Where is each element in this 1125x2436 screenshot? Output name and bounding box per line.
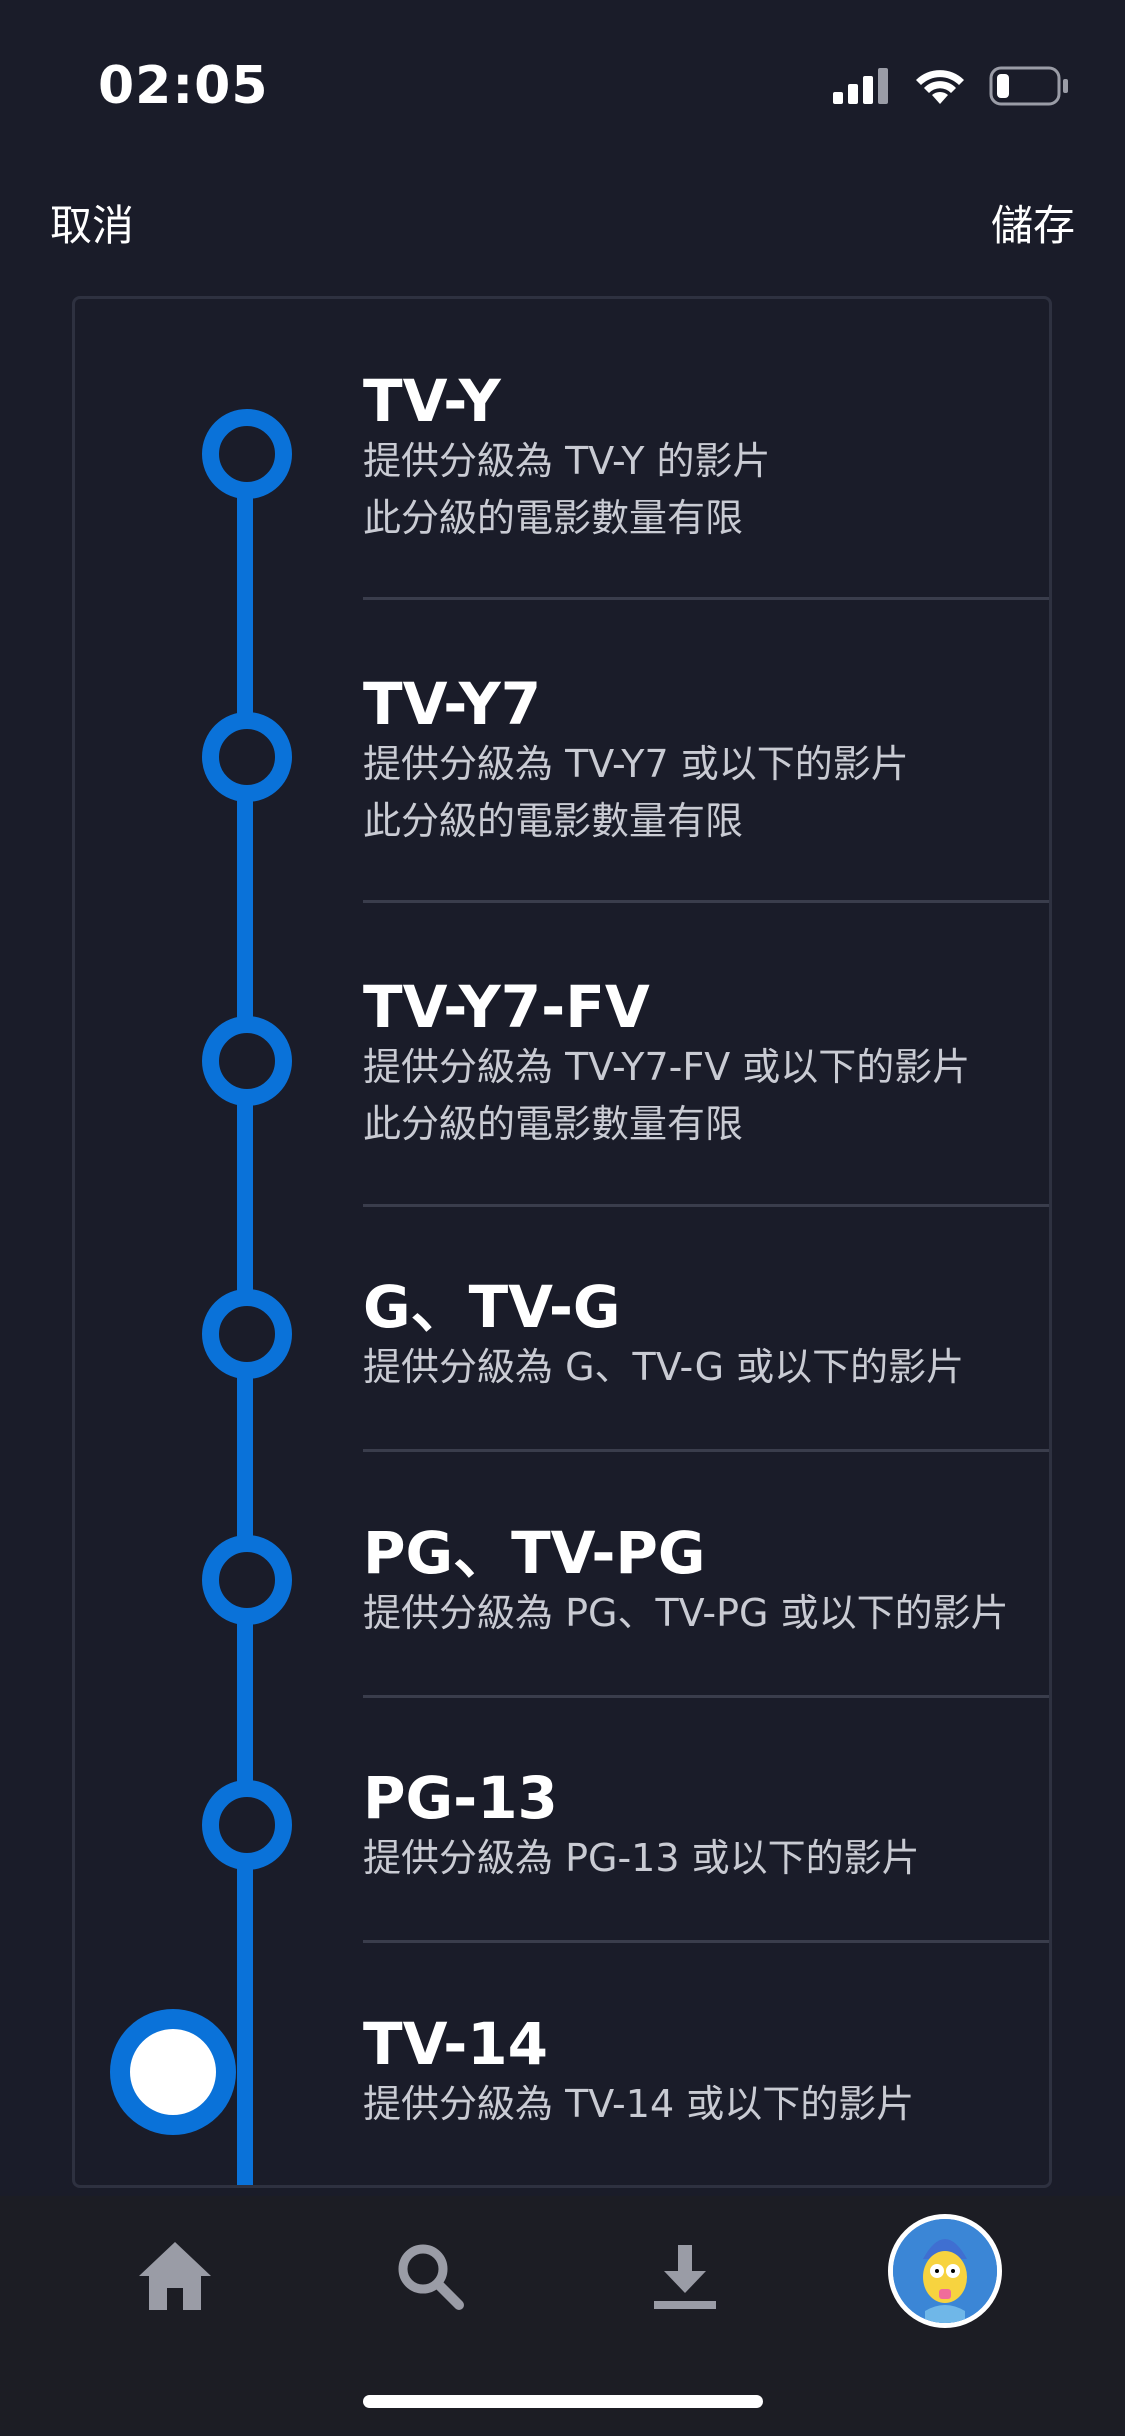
rating-node-pg-13[interactable] bbox=[202, 1780, 292, 1870]
rating-note: 此分級的電影數量有限 bbox=[363, 496, 744, 540]
rating-note: 此分級的電影數量有限 bbox=[363, 799, 744, 843]
tab-bar bbox=[0, 2196, 1125, 2436]
rating-title: TV-Y7 bbox=[363, 670, 542, 738]
rating-node-tv-y[interactable] bbox=[202, 409, 292, 499]
status-bar: 02:05 bbox=[0, 0, 1125, 150]
divider bbox=[363, 900, 1049, 903]
rating-option[interactable]: PG、TV-PG 提供分級為 PG、TV-PG 或以下的影片 bbox=[363, 1519, 1049, 1642]
download-icon bbox=[654, 2245, 716, 2309]
status-time: 02:05 bbox=[98, 56, 269, 116]
tab-search[interactable] bbox=[380, 2226, 480, 2326]
rating-option[interactable]: PG-13 提供分級為 PG-13 或以下的影片 bbox=[363, 1764, 1049, 1887]
rating-option-selected[interactable]: TV-14 提供分級為 TV-14 或以下的影片 bbox=[363, 2010, 1049, 2133]
avatar-image-icon bbox=[893, 2219, 997, 2323]
rating-description: 提供分級為 PG、TV-PG 或以下的影片 bbox=[363, 1591, 1009, 1635]
rating-description: 提供分級為 TV-Y7-FV 或以下的影片 bbox=[363, 1045, 971, 1089]
rating-description: 提供分級為 PG-13 或以下的影片 bbox=[363, 1836, 920, 1880]
wifi-icon bbox=[916, 70, 964, 104]
rating-description: 提供分級為 TV-14 或以下的影片 bbox=[363, 2082, 915, 2126]
rating-node-tv-14-selected[interactable] bbox=[110, 2009, 236, 2135]
divider bbox=[363, 1695, 1049, 1698]
rating-node-pg-tv-pg[interactable] bbox=[202, 1535, 292, 1625]
rating-title: PG、TV-PG bbox=[363, 1519, 706, 1587]
rating-option[interactable]: TV-Y7-FV 提供分級為 TV-Y7-FV 或以下的影片 此分級的電影數量有… bbox=[363, 973, 1049, 1153]
divider bbox=[363, 1940, 1049, 1943]
rating-description: 提供分級為 TV-Y 的影片 bbox=[363, 439, 771, 483]
signal-icon bbox=[833, 68, 888, 104]
tab-home[interactable] bbox=[125, 2226, 225, 2326]
status-icons bbox=[833, 66, 1069, 106]
cancel-button[interactable]: 取消 bbox=[50, 192, 134, 253]
rating-description: 提供分級為 TV-Y7 或以下的影片 bbox=[363, 742, 909, 786]
search-icon bbox=[398, 2244, 464, 2310]
rating-node-tv-y7[interactable] bbox=[202, 712, 292, 802]
rating-option[interactable]: TV-Y7 提供分級為 TV-Y7 或以下的影片 此分級的電影數量有限 bbox=[363, 670, 1049, 850]
divider bbox=[363, 1449, 1049, 1452]
rating-title: PG-13 bbox=[363, 1764, 558, 1832]
rating-option[interactable]: G、TV-G 提供分級為 G、TV-G 或以下的影片 bbox=[363, 1273, 1049, 1396]
nav-bar: 取消 儲存 bbox=[0, 180, 1125, 260]
rating-selector-card: TV-Y 提供分級為 TV-Y 的影片 此分級的電影數量有限 TV-Y7 提供分… bbox=[72, 296, 1052, 2188]
rating-node-g-tv-g[interactable] bbox=[202, 1289, 292, 1379]
battery-icon bbox=[989, 66, 1068, 106]
divider bbox=[363, 1204, 1049, 1207]
divider bbox=[363, 597, 1049, 600]
rating-node-tv-y7-fv[interactable] bbox=[202, 1016, 292, 1106]
home-icon bbox=[139, 2242, 211, 2310]
rating-title: G、TV-G bbox=[363, 1273, 621, 1341]
profile-avatar[interactable] bbox=[888, 2214, 1002, 2328]
save-button[interactable]: 儲存 bbox=[991, 192, 1075, 253]
rating-title: TV-Y7-FV bbox=[363, 973, 650, 1041]
rating-option[interactable]: TV-Y 提供分級為 TV-Y 的影片 此分級的電影數量有限 bbox=[363, 367, 1049, 547]
tab-downloads[interactable] bbox=[635, 2226, 735, 2326]
rating-title: TV-14 bbox=[363, 2010, 549, 2078]
home-indicator bbox=[363, 2395, 763, 2408]
rating-title: TV-Y bbox=[363, 367, 501, 435]
rating-note: 此分級的電影數量有限 bbox=[363, 1102, 744, 1146]
rating-description: 提供分級為 G、TV-G 或以下的影片 bbox=[363, 1345, 965, 1389]
